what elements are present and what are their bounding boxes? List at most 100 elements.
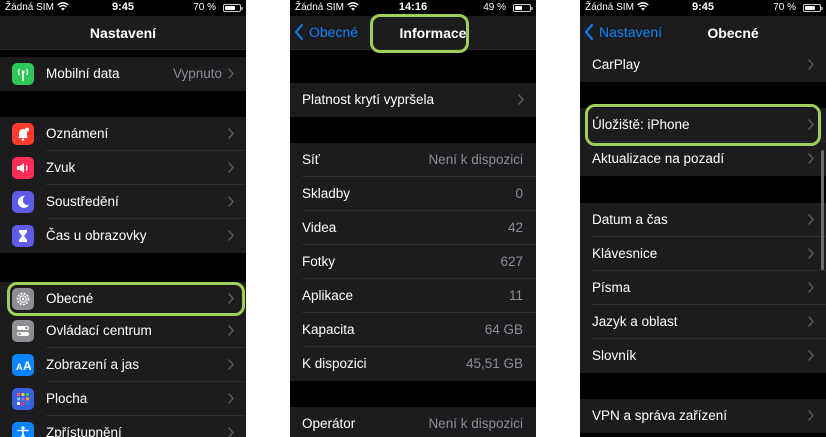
battery-percent: 49 % [483,2,506,13]
list-item-label: Klávesnice [592,246,658,261]
list-item[interactable]: Ovládací centrum [0,314,246,348]
list-item-label: Operátor [302,416,356,431]
list-item[interactable]: Soustředění [0,185,246,219]
list-item[interactable]: Slovník [580,339,826,373]
screen-about: Žádná SIM 14:16 49 % Obecné Informace Pl… [290,0,536,437]
chevron-right-icon [228,128,234,139]
nav-bar: Nastavení Obecné [580,16,826,50]
page-title: Nastavení [89,25,157,41]
list-item[interactable]: Písma [580,271,826,305]
text-size-icon: AA [12,354,34,376]
list-item-label: Datum a čas [592,212,668,227]
list-item-label: Platnost krytí vypršela [302,92,435,107]
list-item[interactable]: Aktualizace na pozadí [580,142,826,176]
battery-percent: 70 % [193,2,216,13]
list-item[interactable]: Videa 42 [290,211,536,245]
speaker-icon [12,157,34,179]
chevron-right-icon [228,393,234,404]
list-item-label: Soustředění [46,194,119,209]
list-item[interactable]: Datum a čas [580,203,826,237]
list-item[interactable]: Operátor Není k dispozici [290,407,536,437]
list-item-value: Není k dispozici [428,416,523,431]
list-item-label: Ovládací centrum [46,323,152,338]
list-item-label: Mobilní data [46,66,120,81]
list-item-value: Vypnuto [172,66,222,81]
chevron-left-icon [585,24,593,40]
highlight-title [370,14,469,53]
list-item[interactable]: Jazyk a oblast [580,305,826,339]
app-grid-icon [12,388,34,410]
nav-bar: Nastavení [0,16,246,50]
chevron-right-icon [228,359,234,370]
list-item-label: Skladby [302,186,351,201]
list-item-value: 0 [515,186,523,201]
battery-percent: 70 % [773,2,796,13]
list-item-value: Není k dispozici [428,152,523,167]
svg-text:A: A [16,362,23,372]
list-item[interactable]: Platnost krytí vypršela [290,83,536,117]
chevron-right-icon [228,68,234,79]
list-item[interactable]: Oznámení [0,117,246,151]
highlight-storage [585,104,821,146]
list-item-label: Fotky [302,254,336,269]
chevron-right-icon [228,427,234,437]
chevron-right-icon [808,410,814,421]
antenna-icon [12,63,34,85]
notification-bell-icon [12,123,34,145]
list-item-label: Slovník [592,348,637,363]
status-bar: Žádná SIM 9:45 70 % [0,0,246,16]
list-item[interactable]: Klávesnice [580,237,826,271]
hourglass-icon [12,225,34,247]
chevron-right-icon [228,230,234,241]
list-item-label: Videa [302,220,337,235]
list-item[interactable]: Čas u obrazovky [0,219,246,253]
toggles-icon [12,320,34,342]
list-item[interactable]: Aplikace 11 [290,279,536,313]
list-item[interactable]: Zvuk [0,151,246,185]
list-item-label: Oznámení [46,126,109,141]
battery-icon [223,4,243,12]
list-item[interactable]: CarPlay [580,48,826,82]
chevron-left-icon [295,24,303,40]
list-item[interactable]: Síť Není k dispozici [290,143,536,177]
list-item[interactable]: Mobilní data Vypnuto [0,57,246,91]
page-title: Obecné [707,25,759,41]
list-item-label: Aktualizace na pozadí [592,151,725,166]
moon-icon [12,191,34,213]
battery-icon [803,4,823,12]
list-item-label: CarPlay [592,57,641,72]
chevron-right-icon [808,153,814,164]
screen-general: Žádná SIM 9:45 70 % Nastavení Obecné Car… [580,0,826,437]
chevron-right-icon [808,282,814,293]
list-item-label: Čas u obrazovky [46,228,147,243]
battery-icon [513,4,533,12]
chevron-right-icon [228,162,234,173]
chevron-right-icon [808,316,814,327]
list-item[interactable]: Fotky 627 [290,245,536,279]
list-item[interactable]: VPN a správa zařízení [580,399,826,433]
list-item[interactable]: Zpřístupnění [0,416,246,437]
list-item-value: 627 [500,254,523,269]
list-item-value: 45,51 GB [465,356,523,371]
chevron-right-icon [808,214,814,225]
list-item-label: Aplikace [302,288,354,303]
list-item[interactable]: Kapacita 64 GB [290,313,536,347]
accessibility-icon [12,422,34,437]
list-item[interactable]: Plocha [0,382,246,416]
chevron-right-icon [518,94,524,105]
list-item-value: 42 [507,220,523,235]
list-item-label: Zvuk [46,160,76,175]
list-item[interactable]: A A Zobrazení a jas [0,348,246,382]
list-item[interactable]: K dispozici 45,51 GB [290,347,536,381]
list-item-label: Zobrazení a jas [46,357,140,372]
chevron-right-icon [228,196,234,207]
svg-text:A: A [23,359,31,373]
list-item-label: Zpřístupnění [46,425,122,437]
list-item-label: Síť [302,152,320,167]
status-bar: Žádná SIM 9:45 70 % [580,0,826,16]
scrollbar[interactable] [821,150,824,270]
list-item-label: VPN a správa zařízení [592,408,728,423]
list-item[interactable]: Skladby 0 [290,177,536,211]
chevron-right-icon [808,248,814,259]
screen-settings: Žádná SIM 9:45 70 % Nastavení Mobilní da… [0,0,246,437]
